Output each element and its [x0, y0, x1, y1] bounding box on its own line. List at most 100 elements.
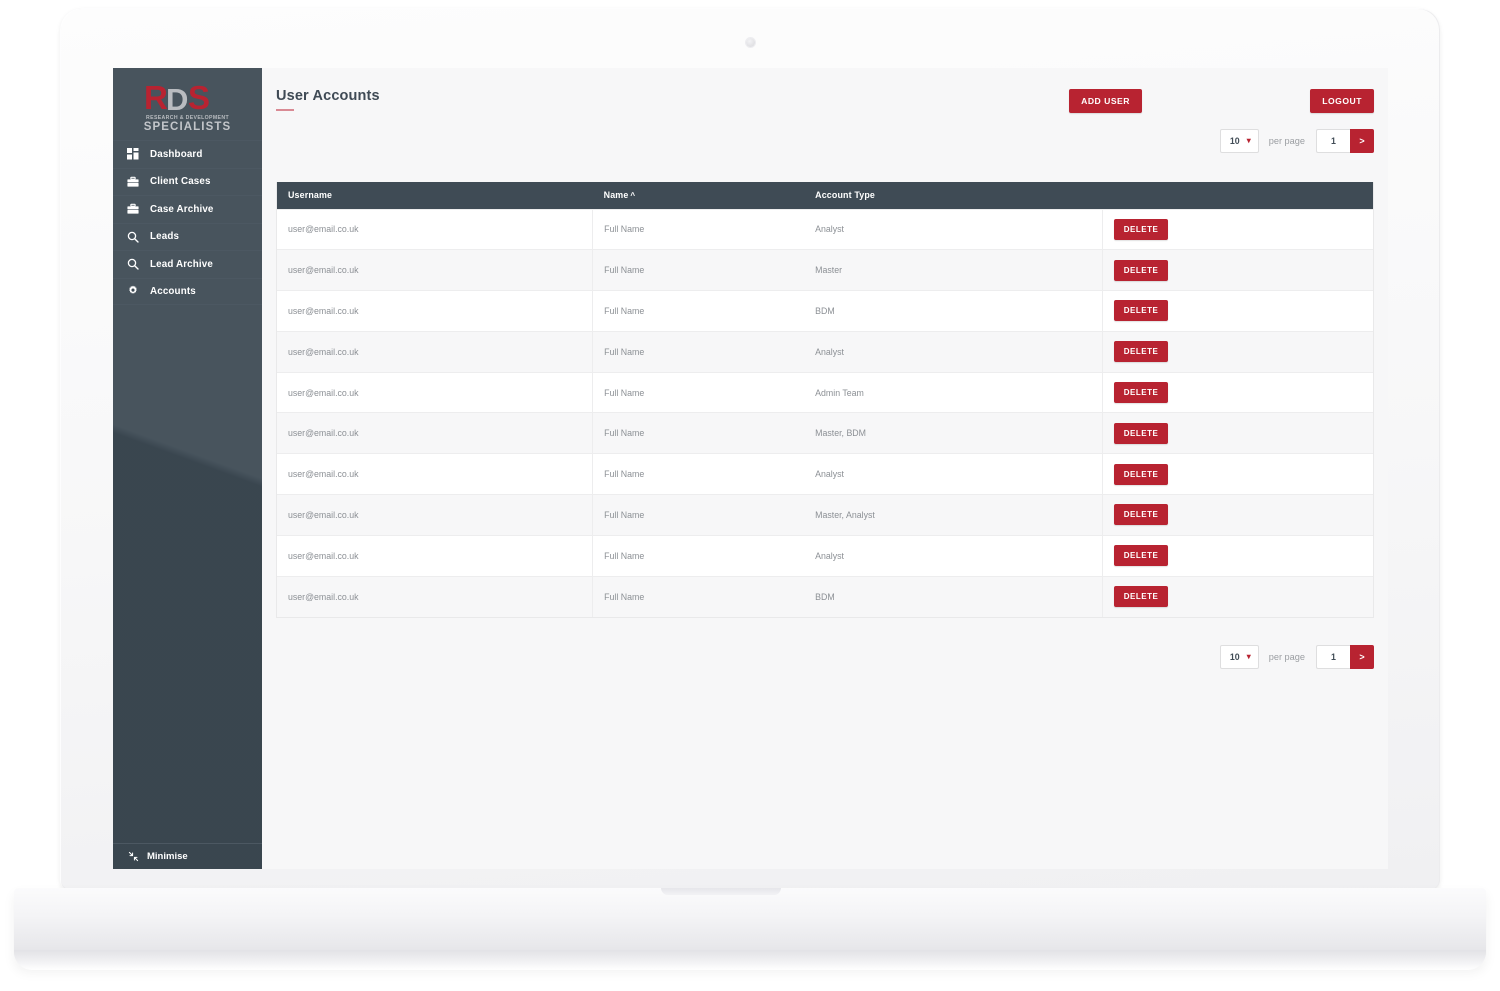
page-number-input[interactable] [1316, 645, 1350, 669]
cell-account-type: Analyst [804, 330, 1103, 373]
minimise-button[interactable]: Minimise [113, 843, 262, 869]
sidebar-item-label: Dashboard [150, 148, 203, 160]
delete-button[interactable]: DELETE [1113, 586, 1169, 608]
sidebar-item-dashboard[interactable]: Dashboard [113, 140, 262, 168]
pagination-top: 10 ▾ per page > [1219, 129, 1374, 153]
table-row: user@email.co.uk Full Name Admin Team DELET… [277, 371, 1373, 413]
table-body: user@email.co.uk Full Name Analyst DELETE us… [277, 208, 1373, 617]
delete-button[interactable]: DELETE [1113, 218, 1169, 240]
table-header-row: Username Name ^ Account Type [277, 182, 1373, 209]
cell-actions: DELETE [1102, 330, 1373, 373]
webcam-icon [746, 38, 755, 47]
cell-actions: DELETE [1102, 208, 1373, 250]
column-header-username[interactable]: Username [277, 182, 593, 209]
cell-name: Full Name [592, 249, 805, 291]
cell-actions: DELETE [1102, 412, 1373, 454]
svg-text:D: D [166, 82, 188, 117]
sort-caret-icon: ^ [630, 191, 636, 201]
page-title: User Accounts [276, 88, 380, 111]
logout-button[interactable]: LOGOUT [1310, 89, 1374, 113]
delete-button[interactable]: DELETE [1113, 259, 1169, 281]
cell-name: Full Name [592, 371, 805, 413]
delete-button[interactable]: DELETE [1113, 422, 1169, 444]
next-page-button[interactable]: > [1350, 645, 1374, 669]
column-header-actions [1102, 182, 1373, 209]
cell-account-type: Analyst [804, 453, 1103, 495]
add-user-button[interactable]: ADD USER [1069, 89, 1142, 113]
sidebar-item-case-archive[interactable]: Case Archive [113, 195, 262, 223]
per-page-value: 10 [1229, 136, 1240, 146]
sidebar-item-lead-archive[interactable]: Lead Archive [113, 250, 262, 278]
user-accounts-table-wrapper: Username Name ^ Account Type user@email.c… [276, 182, 1374, 618]
cell-name: Full Name [592, 412, 805, 454]
sidebar-item-label: Lead Archive [150, 258, 213, 270]
cell-name: Full Name [592, 290, 805, 332]
cell-name: Full Name [592, 208, 805, 250]
briefcase-icon [127, 203, 139, 215]
page-topbar: User Accounts [276, 68, 1374, 120]
cell-name: Full Name [592, 330, 805, 373]
cell-actions: DELETE [1102, 453, 1373, 495]
chevron-down-icon: ▾ [1246, 136, 1251, 145]
table-row: user@email.co.uk Full Name Master, BDM DELE… [277, 412, 1373, 454]
laptop-base [14, 888, 1486, 970]
cell-actions: DELETE [1102, 575, 1373, 617]
cell-name: Full Name [592, 575, 805, 617]
grid-icon [127, 148, 139, 160]
cell-username: user@email.co.uk [277, 412, 594, 454]
main-content: User Accounts ADD USER LOGOUT 10 ▾ per p… [262, 68, 1388, 869]
svg-text:R: R [144, 79, 168, 116]
cell-account-type: BDM [804, 290, 1103, 332]
cell-name: Full Name [592, 534, 805, 577]
table-row: user@email.co.uk Full Name Master DELETE [277, 249, 1373, 291]
page-number-input[interactable] [1316, 129, 1350, 153]
rds-logo-icon: R D S [134, 79, 242, 117]
table-row: user@email.co.uk Full Name BDM DELETE [277, 575, 1373, 617]
screenshot-stage: R D S RESEARCH & DEVELOPMENT SPECIALISTS… [0, 0, 1500, 991]
sidebar-item-accounts[interactable]: Accounts [113, 277, 262, 305]
delete-button[interactable]: DELETE [1113, 463, 1169, 485]
table-row: user@email.co.uk Full Name Analyst DELETE [277, 208, 1373, 250]
delete-button[interactable]: DELETE [1113, 545, 1169, 567]
table-head: Username Name ^ Account Type [277, 182, 1373, 209]
sidebar-item-label: Case Archive [150, 203, 214, 215]
cell-name: Full Name [592, 494, 805, 536]
cell-account-type: Analyst [804, 208, 1103, 250]
minimise-label: Minimise [147, 851, 188, 862]
per-page-select[interactable]: 10 ▾ [1219, 129, 1259, 153]
cell-actions: DELETE [1102, 494, 1373, 536]
delete-button[interactable]: DELETE [1113, 382, 1169, 404]
cell-username: user@email.co.uk [277, 494, 594, 536]
per-page-select[interactable]: 10 ▾ [1219, 645, 1259, 669]
sidebar-item-leads[interactable]: Leads [113, 222, 262, 251]
brand-logo[interactable]: R D S RESEARCH & DEVELOPMENT SPECIALISTS [113, 68, 262, 140]
sidebar-item-label: Accounts [150, 285, 196, 297]
cell-username: user@email.co.uk [277, 371, 594, 413]
delete-button[interactable]: DELETE [1113, 341, 1169, 363]
search-icon [127, 258, 139, 270]
sidebar-item-label: Client Cases [150, 176, 211, 188]
user-accounts-table: Username Name ^ Account Type user@email.c… [277, 182, 1373, 617]
sidebar: R D S RESEARCH & DEVELOPMENT SPECIALISTS… [113, 68, 262, 869]
cell-account-type: Master, BDM [804, 412, 1103, 454]
cell-username: user@email.co.uk [277, 330, 594, 373]
table-row: user@email.co.uk Full Name Analyst DELETE [277, 534, 1373, 577]
column-header-name-label: Name [603, 190, 629, 201]
column-header-account-type[interactable]: Account Type [804, 182, 1103, 209]
cell-actions: DELETE [1102, 371, 1373, 413]
sidebar-item-client-cases[interactable]: Client Cases [113, 167, 262, 196]
cell-username: user@email.co.uk [277, 453, 594, 495]
cell-username: user@email.co.uk [277, 534, 594, 577]
pagination-bottom: 10 ▾ per page > [1219, 645, 1374, 669]
per-page-label: per page [1268, 136, 1305, 146]
browser-screen: R D S RESEARCH & DEVELOPMENT SPECIALISTS… [113, 68, 1388, 869]
cell-actions: DELETE [1102, 249, 1373, 291]
delete-button[interactable]: DELETE [1113, 300, 1169, 322]
column-header-name[interactable]: Name ^ [592, 182, 805, 209]
delete-button[interactable]: DELETE [1113, 504, 1169, 526]
next-page-button[interactable]: > [1350, 129, 1374, 153]
cell-account-type: Master, Analyst [804, 494, 1103, 536]
cell-account-type: BDM [804, 575, 1103, 617]
cell-username: user@email.co.uk [277, 249, 594, 291]
cell-account-type: Analyst [804, 534, 1103, 577]
